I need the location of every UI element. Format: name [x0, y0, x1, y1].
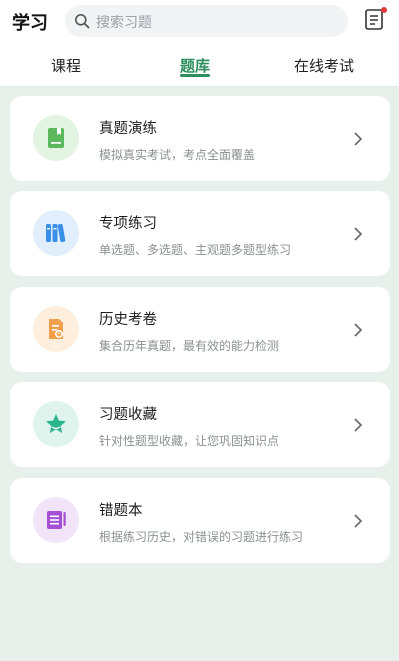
card-past-exam-papers[interactable]: 历史考卷 集合历年真题，最有效的能力检测	[10, 287, 390, 372]
card-description: 单选题、多选题、主观题多题型练习	[99, 243, 292, 257]
search-placeholder: 搜索习题	[96, 15, 152, 31]
book-icon	[48, 128, 64, 148]
page-title: 学习	[12, 13, 48, 34]
card-description: 根据练习历史，对错误的习题进行练习	[99, 530, 304, 544]
tab-question-bank[interactable]: 题库	[180, 55, 210, 76]
tab-online-exam[interactable]: 在线考试	[294, 55, 354, 76]
tab-bar: 课程 题库 在线考试	[0, 46, 399, 87]
card-icon-circle	[33, 210, 79, 256]
top-bar: 学习 搜索习题	[0, 0, 399, 46]
card-icon-circle	[33, 401, 79, 447]
card-description: 模拟真实考试，考点全面覆盖	[99, 148, 256, 162]
chevron-right-icon	[354, 227, 363, 241]
notebook-icon	[47, 511, 66, 529]
card-description: 集合历年真题，最有效的能力检测	[99, 339, 280, 353]
chevron-right-icon	[354, 418, 363, 432]
card-question-favorites[interactable]: 习题收藏 针对性题型收藏，让您巩固知识点	[10, 382, 390, 467]
card-title: 历史考卷	[99, 312, 157, 328]
chevron-right-icon	[354, 132, 363, 146]
card-title: 专项练习	[99, 216, 157, 232]
notification-dot	[381, 7, 387, 13]
books-icon	[46, 223, 66, 243]
star-icon	[46, 414, 66, 433]
card-title: 错题本	[99, 503, 143, 519]
chevron-right-icon	[354, 323, 363, 337]
exam-paper-icon	[49, 319, 63, 339]
card-icon-circle	[33, 306, 79, 352]
search-input[interactable]: 搜索习题	[65, 5, 348, 37]
active-tab-indicator	[180, 74, 210, 77]
card-title: 习题收藏	[99, 407, 157, 423]
notes-button[interactable]	[364, 6, 388, 32]
card-description: 针对性题型收藏，让您巩固知识点	[99, 434, 280, 448]
notes-icon	[365, 7, 387, 30]
card-wrong-answers-notebook[interactable]: 错题本 根据练习历史，对错误的习题进行练习	[10, 478, 390, 563]
search-icon	[75, 14, 90, 29]
card-title: 真题演练	[99, 121, 157, 137]
chevron-right-icon	[354, 514, 363, 528]
card-icon-circle	[33, 115, 79, 161]
card-icon-circle	[33, 497, 79, 543]
tab-courses[interactable]: 课程	[51, 55, 81, 76]
card-real-exam-practice[interactable]: 真题演练 模拟真实考试，考点全面覆盖	[10, 96, 390, 181]
card-topic-practice[interactable]: 专项练习 单选题、多选题、主观题多题型练习	[10, 191, 390, 276]
